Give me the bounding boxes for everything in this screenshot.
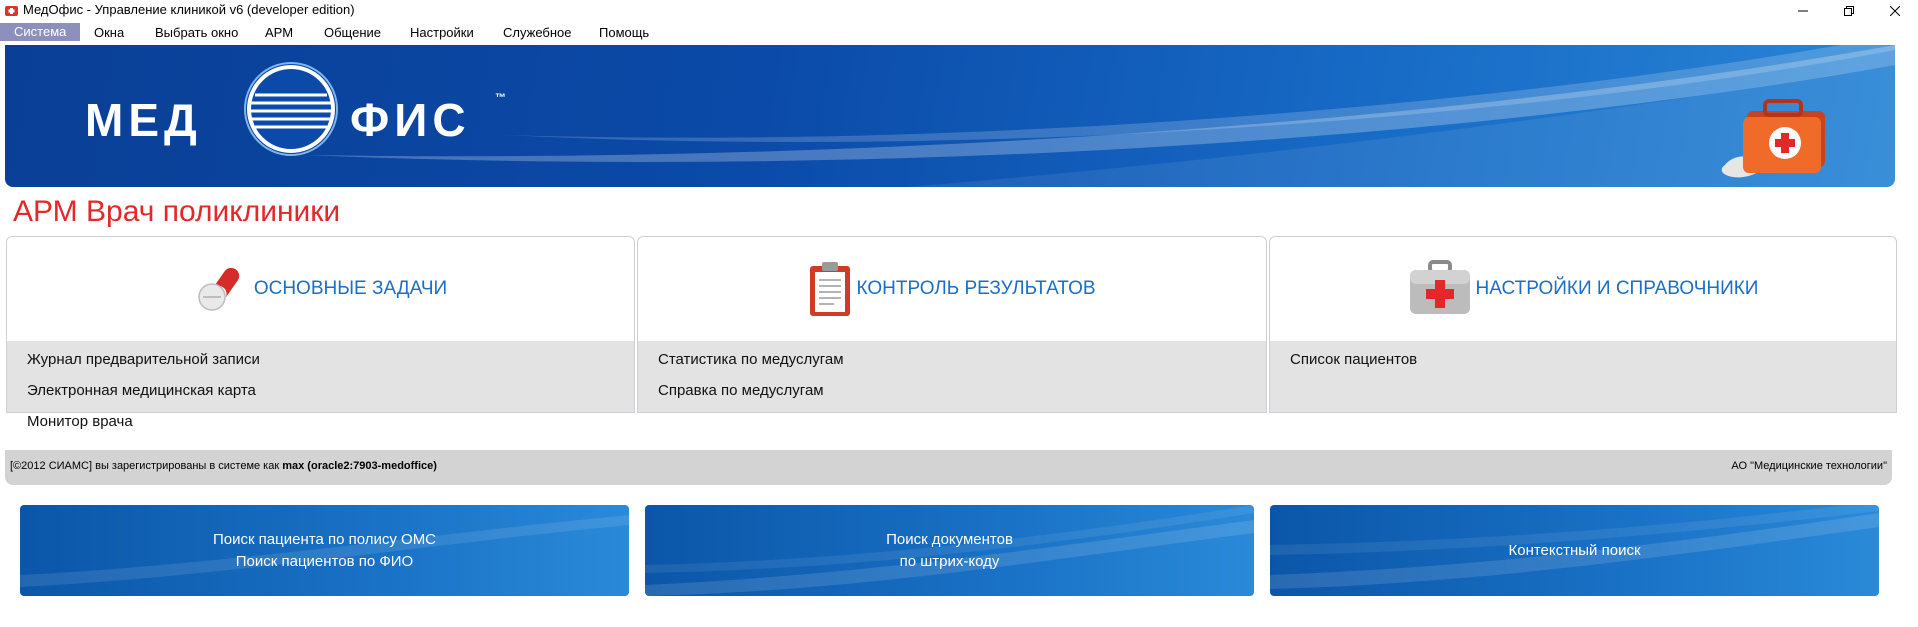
page-title: АРМ Врач поликлиники: [13, 195, 341, 228]
logo-text-left: МЕД: [85, 94, 202, 146]
close-icon: [1890, 5, 1900, 16]
menu-arm[interactable]: АРМ: [265, 24, 293, 42]
link-patient-list[interactable]: Список пациентов: [1290, 351, 1417, 368]
panel-main-tasks: ОСНОВНЫЕ ЗАДАЧИ Журнал предварительной з…: [6, 236, 635, 430]
minimize-icon: [1798, 10, 1808, 11]
restore-button[interactable]: [1826, 0, 1872, 21]
status-company: АО "Медицинские технологии": [1731, 460, 1887, 472]
search-barcode-label: по штрих-коду: [899, 552, 1000, 570]
search-by-policy-button[interactable]: Поиск пациента по полису ОМС Поиск пацие…: [20, 505, 629, 596]
app-icon: [5, 6, 18, 16]
window-titlebar: МедОфис - Управление клиникой v6 (develo…: [0, 0, 1918, 21]
close-button[interactable]: [1872, 0, 1918, 21]
menu-okna[interactable]: Окна: [94, 24, 124, 42]
link-services-reference[interactable]: Справка по медуслугам: [658, 382, 824, 399]
header-banner: МЕД ФИС ™: [5, 45, 1895, 187]
first-aid-folder-icon: [1721, 99, 1825, 178]
menu-vybrat-okno[interactable]: Выбрать окно: [155, 24, 238, 42]
panel-main-tasks-header[interactable]: ОСНОВНЫЕ ЗАДАЧИ: [7, 237, 634, 340]
panel-results-control: КОНТРОЛЬ РЕЗУЛЬТАТОВ Статистика по медус…: [637, 236, 1267, 413]
search-documents-label: Поиск документов: [886, 530, 1013, 548]
menu-pomoshch[interactable]: Помощь: [599, 24, 649, 42]
logo-globe-icon: [244, 62, 338, 156]
panel-main-tasks-links: Журнал предварительной записи Электронна…: [7, 341, 634, 430]
restore-icon: [1844, 5, 1854, 16]
search-by-policy-label: Поиск пациента по полису ОМС: [212, 530, 437, 548]
menu-bar: Система Окна Выбрать окно АРМ Общение На…: [0, 22, 1918, 43]
clipboard-icon: [810, 261, 851, 316]
link-doctor-monitor[interactable]: Монитор врача: [27, 413, 133, 430]
panel-results-control-title: КОНТРОЛЬ РЕЗУЛЬТАТОВ: [856, 277, 1096, 299]
panel-settings-references-title: НАСТРОЙКИ И СПРАВОЧНИКИ: [1475, 277, 1759, 299]
menu-sistema[interactable]: Система: [0, 23, 81, 41]
first-aid-kit-icon: [1409, 259, 1470, 314]
menu-nastroyki[interactable]: Настройки: [410, 24, 474, 42]
panel-main-tasks-title: ОСНОВНЫЕ ЗАДАЧИ: [253, 277, 448, 299]
window-title: МедОфис - Управление клиникой v6 (develo…: [23, 2, 355, 17]
panel-results-control-links: Статистика по медуслугам Справка по меду…: [638, 341, 1266, 412]
panel-results-control-header[interactable]: КОНТРОЛЬ РЕЗУЛЬТАТОВ: [638, 237, 1266, 340]
logo-text-right: ФИС: [350, 94, 471, 146]
panel-settings-references: НАСТРОЙКИ И СПРАВОЧНИКИ Список пациентов: [1269, 236, 1897, 413]
main-window: МЕД ФИС ™ АРМ Врач поликлиники ОСНОВНЫЕ …: [5, 45, 1897, 490]
status-bar: [©2012 СИАМС] вы зарегистрированы в сист…: [5, 450, 1892, 485]
menu-sluzhebnoe[interactable]: Служебное: [503, 24, 572, 42]
status-login-user: max (oracle2:7903-medoffice): [282, 460, 437, 472]
panel-settings-references-header[interactable]: НАСТРОЙКИ И СПРАВОЧНИКИ: [1270, 237, 1896, 340]
context-search-button[interactable]: Контекстный поиск: [1270, 505, 1879, 596]
menu-obshchenie[interactable]: Общение: [324, 24, 381, 42]
context-search-label: Контекстный поиск: [1508, 541, 1641, 559]
pills-icon: [198, 267, 240, 311]
search-by-name-label: Поиск пациентов по ФИО: [235, 552, 414, 570]
search-barcode-button[interactable]: Поиск документов по штрих-коду: [645, 505, 1254, 596]
minimize-button[interactable]: [1780, 0, 1826, 21]
status-login-info: [©2012 СИАМС] вы зарегистрированы в сист…: [10, 460, 437, 472]
link-appointment-journal[interactable]: Журнал предварительной записи: [27, 351, 260, 368]
logo-trademark: ™: [495, 92, 506, 104]
link-services-statistics[interactable]: Статистика по медуслугам: [658, 351, 844, 368]
panel-settings-references-links: Список пациентов: [1270, 341, 1896, 412]
status-login-prefix: [©2012 СИАМС] вы зарегистрированы в сист…: [10, 460, 280, 472]
link-electronic-medical-record[interactable]: Электронная медицинская карта: [27, 382, 256, 399]
